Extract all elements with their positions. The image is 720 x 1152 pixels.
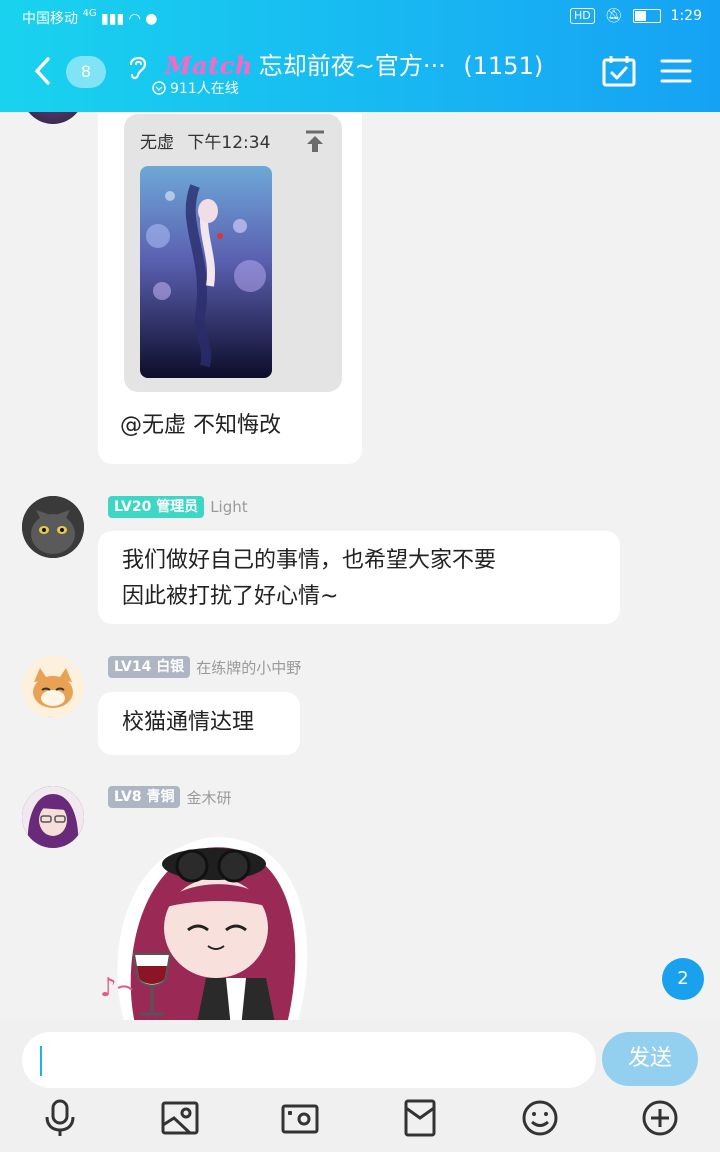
jump-to-top-icon[interactable] bbox=[304, 130, 326, 154]
member-count: (1151) bbox=[463, 52, 544, 80]
quoted-message[interactable]: 无虚 下午12:34 bbox=[124, 114, 342, 392]
video-icon[interactable] bbox=[280, 1098, 320, 1138]
quote-author: 无虚 bbox=[140, 133, 174, 153]
send-button[interactable]: 发送 bbox=[602, 1032, 698, 1086]
hd-icon: HD bbox=[570, 8, 595, 24]
back-arrow-icon[interactable] bbox=[30, 56, 56, 86]
new-messages-badge[interactable]: 2 bbox=[662, 958, 704, 1000]
carrier-label: 中国移动 bbox=[22, 11, 78, 27]
wechat-icon: ● bbox=[145, 11, 158, 27]
shiba-avatar-art bbox=[22, 656, 84, 718]
message-input[interactable] bbox=[22, 1032, 596, 1088]
mute-bell-icon: 🔕︎ bbox=[604, 8, 623, 24]
level-badge: LV20 管理员 bbox=[108, 496, 205, 518]
carrier-info: 中国移动 4G ▮▮▮ ◠ ● bbox=[22, 8, 158, 28]
svg-text:♪: ♪ bbox=[100, 973, 117, 1003]
wine-sticker-icon: ♪ bbox=[100, 837, 308, 1020]
level-text: LV8 bbox=[114, 789, 142, 805]
calendar-check-icon[interactable] bbox=[602, 54, 636, 88]
text-cursor bbox=[40, 1046, 42, 1076]
microphone-icon[interactable] bbox=[40, 1098, 80, 1138]
avatar[interactable] bbox=[22, 496, 84, 558]
status-bar: 中国移动 4G ▮▮▮ ◠ ● HD 🔕︎ 1:29 bbox=[0, 0, 720, 34]
ear-icon[interactable] bbox=[126, 52, 150, 82]
quoted-image[interactable] bbox=[140, 166, 272, 378]
message-bubble[interactable]: 校猫通情达理 bbox=[98, 692, 300, 755]
avatar[interactable] bbox=[22, 786, 84, 848]
menu-icon[interactable] bbox=[660, 58, 692, 84]
battery-icon bbox=[632, 9, 661, 23]
message-text-line: 因此被打扰了好心情~ bbox=[122, 584, 339, 609]
chat-area[interactable]: 无虚 下午12:34 @无虚 不知悔改 LV20 管理员 Light 我们做好自… bbox=[0, 112, 720, 1020]
input-toolbar bbox=[0, 1098, 720, 1142]
sender-name[interactable]: 在练牌的小中野 bbox=[196, 657, 301, 678]
group-title[interactable]: Match 忘却前夜~官方··· (1151) bbox=[165, 46, 585, 81]
chevron-down-circle-icon bbox=[152, 81, 166, 95]
level-badge: LV8 青铜 bbox=[108, 786, 181, 808]
status-time: 1:29 bbox=[670, 8, 702, 24]
quote-header: 无虚 下午12:34 bbox=[140, 128, 270, 153]
match-logo: Match bbox=[165, 51, 253, 80]
message-bubble[interactable]: 我们做好自己的事情，也希望大家不要 因此被打扰了好心情~ bbox=[98, 531, 620, 624]
add-icon[interactable] bbox=[640, 1098, 680, 1138]
sender-name[interactable]: 金木研 bbox=[186, 787, 231, 808]
message-text: @无虚 不知悔改 bbox=[120, 413, 281, 438]
input-bar: 发送 bbox=[0, 1020, 720, 1152]
quote-time: 下午12:34 bbox=[187, 133, 271, 153]
wifi-icon: ◠ bbox=[128, 11, 141, 27]
role-text: 白银 bbox=[156, 659, 185, 675]
top-header: 中国移动 4G ▮▮▮ ◠ ● HD 🔕︎ 1:29 8 Match 忘却前夜~官… bbox=[0, 0, 720, 112]
group-name: 忘却前夜~官方··· bbox=[258, 52, 446, 80]
red-packet-icon[interactable] bbox=[400, 1098, 440, 1138]
network-label: 4G bbox=[82, 8, 97, 19]
unread-chats-badge[interactable]: 8 bbox=[66, 56, 106, 88]
sender-meta: LV14 白银 在练牌的小中野 bbox=[108, 656, 301, 678]
image-icon[interactable] bbox=[160, 1098, 200, 1138]
status-right: HD 🔕︎ 1:29 bbox=[570, 8, 702, 24]
role-text: 青铜 bbox=[146, 789, 175, 805]
avatar[interactable] bbox=[22, 112, 84, 124]
sender-name[interactable]: Light bbox=[210, 498, 247, 516]
message-text: 校猫通情达理 bbox=[122, 710, 255, 735]
avatar[interactable] bbox=[22, 656, 84, 718]
cat-avatar-art bbox=[22, 496, 84, 558]
online-count: 911人在线 bbox=[170, 81, 239, 97]
sticker-message[interactable]: ♪ bbox=[96, 818, 326, 1020]
level-text: LV14 bbox=[114, 659, 152, 675]
sender-meta: LV8 青铜 金木研 bbox=[108, 786, 231, 808]
nav-bar: 8 Match 忘却前夜~官方··· (1151) 911人在线 bbox=[0, 40, 720, 110]
anime-avatar-art bbox=[22, 786, 84, 848]
role-text: 管理员 bbox=[156, 499, 199, 515]
level-text: LV20 bbox=[114, 499, 152, 515]
emoji-icon[interactable] bbox=[520, 1098, 560, 1138]
quoted-image-art bbox=[140, 166, 272, 378]
message-text-line: 我们做好自己的事情，也希望大家不要 bbox=[122, 548, 497, 573]
signal-icon: ▮▮▮ bbox=[101, 11, 125, 27]
level-badge: LV14 白银 bbox=[108, 656, 191, 678]
sender-meta: LV20 管理员 Light bbox=[108, 496, 248, 518]
online-status: 911人在线 bbox=[152, 78, 239, 98]
